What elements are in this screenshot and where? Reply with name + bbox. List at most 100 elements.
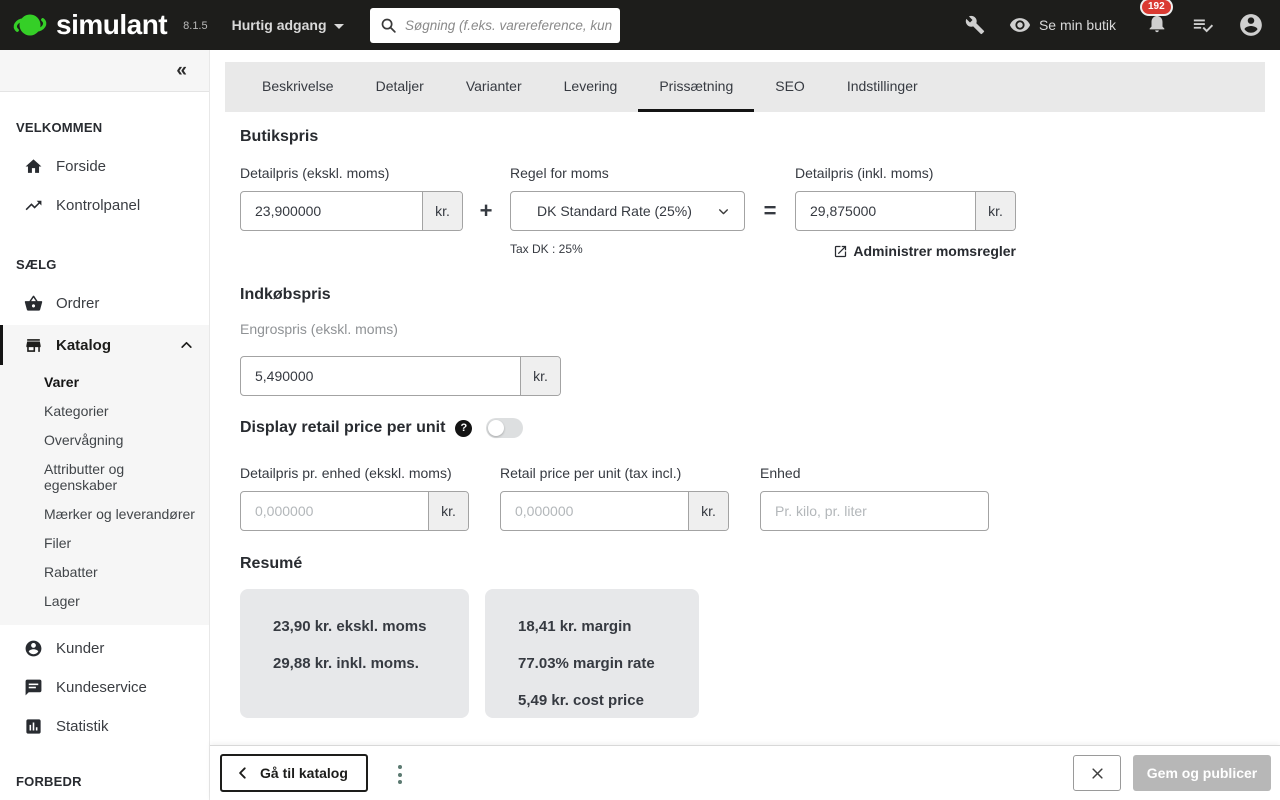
close-icon <box>1091 767 1103 779</box>
quick-access-menu[interactable]: Hurtig adgang <box>232 17 344 33</box>
retail-incl-field-group: kr. <box>795 191 1016 231</box>
tax-rule-value: DK Standard Rate (25%) <box>537 203 692 219</box>
cost-section-title: Indkøbspris <box>240 286 331 303</box>
sidebar-item-customer-service[interactable]: Kundeservice <box>0 668 209 707</box>
sidebar-section-sell: SÆLG <box>16 257 57 272</box>
footer-action-bar: Gå til katalog Gem og publicer <box>210 745 1280 800</box>
submenu-item-monitoring[interactable]: Overvågning <box>44 425 209 454</box>
wholesale-label: Engrospris (ekskl. moms) <box>240 321 398 337</box>
tab-description[interactable]: Beskrivelse <box>241 62 355 112</box>
retail-incl-label: Detailpris (inkl. moms) <box>795 165 934 181</box>
submenu-item-attributes[interactable]: Attributter og egenskaber <box>44 454 189 499</box>
topbar: simulant 8.1.5 Hurtig adgang Søgning (f.… <box>0 0 1280 50</box>
search-icon <box>381 18 396 33</box>
currency-suffix: kr. <box>428 492 468 530</box>
summary-margin-rate-line: 77.03% margin rate <box>518 655 655 672</box>
bell-icon <box>1149 13 1165 32</box>
unit-excl-input[interactable] <box>241 492 428 530</box>
go-to-catalog-button[interactable]: Gå til katalog <box>220 754 368 792</box>
view-shop-link[interactable]: Se min butik <box>1009 14 1116 36</box>
eye-icon <box>1009 18 1031 32</box>
product-tabs: Beskrivelse Detaljer Varianter Levering … <box>225 62 1265 112</box>
sidebar-item-customers[interactable]: Kunder <box>0 629 209 668</box>
avatar-icon <box>1240 14 1262 36</box>
debug-wrench-button[interactable] <box>965 15 985 35</box>
bar-chart-icon <box>24 717 43 736</box>
manage-tax-rules-link[interactable]: Administrer momsregler <box>795 243 1016 259</box>
more-actions-button[interactable] <box>394 761 406 788</box>
sidebar-item-label: Statistik <box>56 718 109 735</box>
admin-page: simulant 8.1.5 Hurtig adgang Søgning (f.… <box>0 0 1280 800</box>
tab-details[interactable]: Detaljer <box>355 62 445 112</box>
pricing-panel: Butikspris Detailpris (ekskl. moms) Rege… <box>210 112 1280 800</box>
retail-section-title: Butikspris <box>240 128 319 145</box>
unit-name-field-group <box>760 491 989 531</box>
unit-incl-input[interactable] <box>501 492 688 530</box>
unit-price-toggle[interactable] <box>486 418 524 438</box>
notifications-button[interactable]: 192 <box>1142 0 1171 39</box>
person-icon <box>24 639 43 658</box>
tab-pricing[interactable]: Prissætning <box>638 62 755 112</box>
submenu-item-files[interactable]: Filer <box>44 528 209 557</box>
wholesale-input[interactable] <box>241 357 520 395</box>
currency-suffix: kr. <box>688 492 728 530</box>
submenu-item-stock[interactable]: Lager <box>44 586 209 615</box>
sidebar-item-label: Kontrolpanel <box>56 197 141 214</box>
submenu-item-categories[interactable]: Kategorier <box>44 396 209 425</box>
save-and-publish-button[interactable]: Gem og publicer <box>1133 755 1271 791</box>
external-link-icon <box>835 245 847 257</box>
equals-operator: = <box>763 198 777 223</box>
store-icon <box>24 336 43 355</box>
topbar-actions: Se min butik 192 <box>965 0 1280 50</box>
summary-margin-line: 18,41 kr. margin <box>518 618 632 635</box>
go-to-catalog-label: Gå til katalog <box>260 765 348 781</box>
help-icon[interactable]: ? <box>455 419 473 437</box>
sidebar-item-stats[interactable]: Statistik <box>0 707 209 746</box>
tax-hint: Tax DK : 25% <box>510 242 583 256</box>
currency-suffix: kr. <box>520 357 560 395</box>
brand-logo[interactable]: simulant <box>12 7 168 43</box>
submenu-item-products[interactable]: Varer <box>44 367 209 396</box>
retail-excl-input[interactable] <box>241 192 422 230</box>
retail-excl-field-group: kr. <box>240 191 463 231</box>
unit-name-label: Enhed <box>760 465 801 481</box>
unit-price-header: Display retail price per unit ? <box>240 418 524 438</box>
chevron-down-icon <box>333 23 344 29</box>
tab-options[interactable]: Indstillinger <box>826 62 939 112</box>
version-label: 8.1.5 <box>183 20 208 32</box>
unit-name-input[interactable] <box>761 492 988 530</box>
sidebar-item-label: Kunder <box>56 640 105 657</box>
tax-rule-label: Regel for moms <box>510 165 609 181</box>
brand-name: simulant <box>56 9 168 40</box>
chevron-up-icon <box>180 339 193 356</box>
summary-margin-box: 18,41 kr. margin 77.03% margin rate 5,49… <box>485 589 699 718</box>
global-search[interactable] <box>370 8 620 43</box>
summary-incl-line: 29,88 kr. inkl. moms. <box>273 655 419 672</box>
sidebar-section-welcome: VELKOMMEN <box>16 120 103 135</box>
summary-cost-line: 5,49 kr. cost price <box>518 692 644 709</box>
tab-variants[interactable]: Varianter <box>445 62 543 112</box>
profile-button[interactable] <box>1238 12 1264 38</box>
submenu-item-discounts[interactable]: Rabatter <box>44 557 209 586</box>
sidebar-item-label: Katalog <box>56 336 112 354</box>
close-button[interactable] <box>1073 755 1121 791</box>
toggle-knob <box>488 420 505 436</box>
sidebar-collapse-button[interactable]: « <box>176 61 187 80</box>
sidebar-item-label: Ordrer <box>56 295 100 312</box>
sidebar-item-home[interactable]: Forside <box>0 147 209 186</box>
tab-shipping[interactable]: Levering <box>543 62 639 112</box>
summary-excl-line: 23,90 kr. ekskl. moms <box>273 618 427 635</box>
sidebar-item-orders[interactable]: Ordrer <box>0 284 209 323</box>
tax-rule-select[interactable]: DK Standard Rate (25%) <box>510 191 745 231</box>
home-icon <box>24 157 43 176</box>
tab-seo[interactable]: SEO <box>754 62 826 112</box>
sidebar-item-dashboard[interactable]: Kontrolpanel <box>0 186 209 225</box>
retail-incl-input[interactable] <box>796 192 975 230</box>
multistore-checklist-button[interactable] <box>1192 14 1214 36</box>
wholesale-field-group: kr. <box>240 356 561 396</box>
submenu-item-brands[interactable]: Mærker og leverandører <box>44 499 209 528</box>
sidebar-item-catalog[interactable]: Katalog <box>0 325 209 365</box>
search-input[interactable] <box>405 18 612 33</box>
unit-excl-label: Detailpris pr. enhed (ekskl. moms) <box>240 465 452 481</box>
trending-up-icon <box>24 196 43 215</box>
